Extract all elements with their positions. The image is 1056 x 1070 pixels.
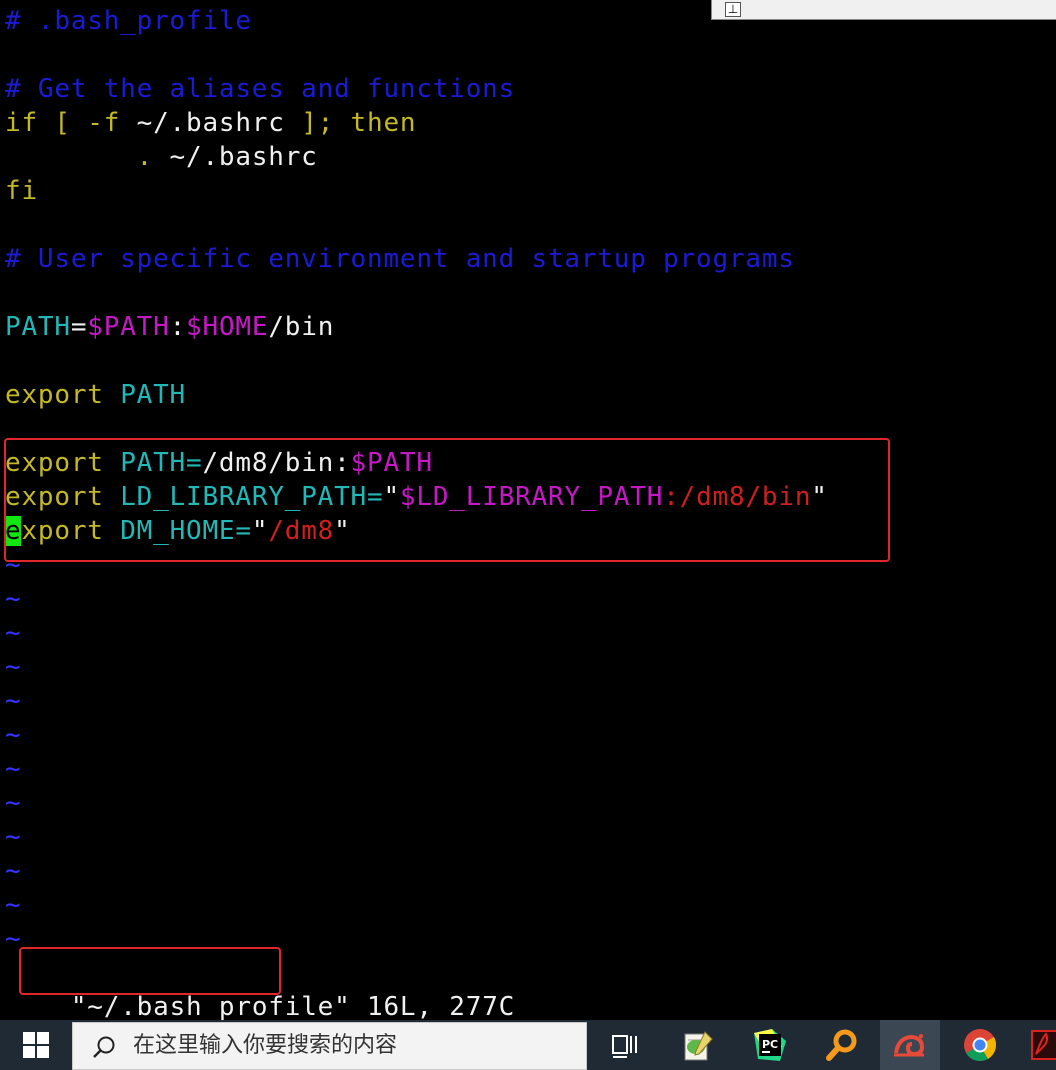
code-line[interactable]: PATH=$PATH:$HOME/bin — [5, 310, 334, 344]
code-line[interactable]: . ~/.bashrc — [5, 140, 318, 174]
task-view-button[interactable] — [595, 1020, 655, 1070]
tilde-line: ~ — [5, 788, 22, 818]
code-token: # .bash_profile — [5, 6, 252, 36]
tilde-line: ~ — [5, 754, 22, 784]
code-token: # Get the aliases and functions — [5, 74, 516, 104]
code-token: . — [5, 142, 170, 172]
tilde-line: ~ — [5, 652, 22, 682]
tilde-line: ~ — [5, 618, 22, 648]
code-token: if [ -f — [5, 108, 137, 138]
code-token: ]; then — [301, 108, 417, 138]
status-filename: ~/.bash_profile — [87, 992, 335, 1020]
pin-icon[interactable]: ⊥ — [725, 2, 741, 17]
search-tool-button[interactable] — [812, 1020, 872, 1070]
code-line[interactable]: fi — [5, 174, 38, 208]
code-token: PATH — [120, 380, 187, 410]
taskbar-search-box[interactable]: 在这里输入你要搜索的内容 — [72, 1022, 587, 1070]
vim-terminal[interactable]: # .bash_profile # Get the aliases and fun… — [0, 0, 1056, 1020]
code-token: fi — [5, 176, 38, 206]
highlight-box-exports — [4, 438, 890, 562]
pycharm-icon: PC — [754, 1029, 786, 1061]
pycharm-button[interactable]: PC — [740, 1020, 800, 1070]
pycharm-label: PC — [762, 1038, 778, 1051]
tilde-line: ~ — [5, 890, 22, 920]
search-tool-icon — [826, 1029, 857, 1061]
code-line[interactable]: # Get the aliases and functions — [5, 72, 515, 106]
search-placeholder: 在这里输入你要搜索的内容 — [133, 1033, 398, 1058]
tilde-line: ~ — [5, 822, 22, 852]
code-line[interactable]: # User specific environment and startup … — [5, 242, 795, 276]
window-pin-bar[interactable]: ⊥ — [711, 0, 1056, 20]
code-line[interactable]: # .bash_profile — [5, 4, 252, 38]
search-icon — [93, 1036, 115, 1058]
tilde-line: ~ — [5, 856, 22, 886]
start-button[interactable] — [0, 1020, 72, 1070]
tilde-line: ~ — [5, 686, 22, 716]
code-token: PATH — [5, 312, 71, 342]
tilde-line: ~ — [5, 584, 22, 614]
status-quote-open: " — [70, 992, 88, 1020]
code-token: ~/.bashrc — [169, 142, 318, 172]
code-token: /bin — [268, 312, 335, 342]
windows-logo-icon — [23, 1032, 49, 1058]
snail-app-icon — [894, 1034, 925, 1057]
notepad-plus-plus-button[interactable] — [668, 1020, 728, 1070]
chrome-button[interactable] — [950, 1020, 1010, 1070]
acrobat-button[interactable] — [1022, 1020, 1056, 1070]
notepad-plus-plus-icon — [684, 1031, 713, 1061]
code-token: : — [169, 312, 187, 342]
code-token: $HOME — [186, 312, 269, 342]
code-line[interactable]: if [ -f ~/.bashrc ]; then — [5, 106, 416, 140]
task-view-icon — [612, 1035, 637, 1058]
code-token: ~/.bashrc — [136, 108, 302, 138]
code-token: $PATH — [87, 312, 170, 342]
chrome-icon — [964, 1029, 997, 1062]
code-token: = — [70, 312, 88, 342]
status-file-info: " 16L, 277C — [334, 992, 516, 1020]
code-token: export — [5, 380, 121, 410]
acrobat-icon — [1031, 1030, 1056, 1060]
tilde-line: ~ — [5, 720, 22, 750]
snail-app-button[interactable] — [880, 1020, 940, 1070]
code-token: # User specific environment and startup … — [5, 244, 795, 274]
taskbar: 在这里输入你要搜索的内容 PC — [0, 1020, 1056, 1070]
highlight-box-filename — [19, 947, 281, 995]
code-line[interactable]: export PATH — [5, 378, 186, 412]
